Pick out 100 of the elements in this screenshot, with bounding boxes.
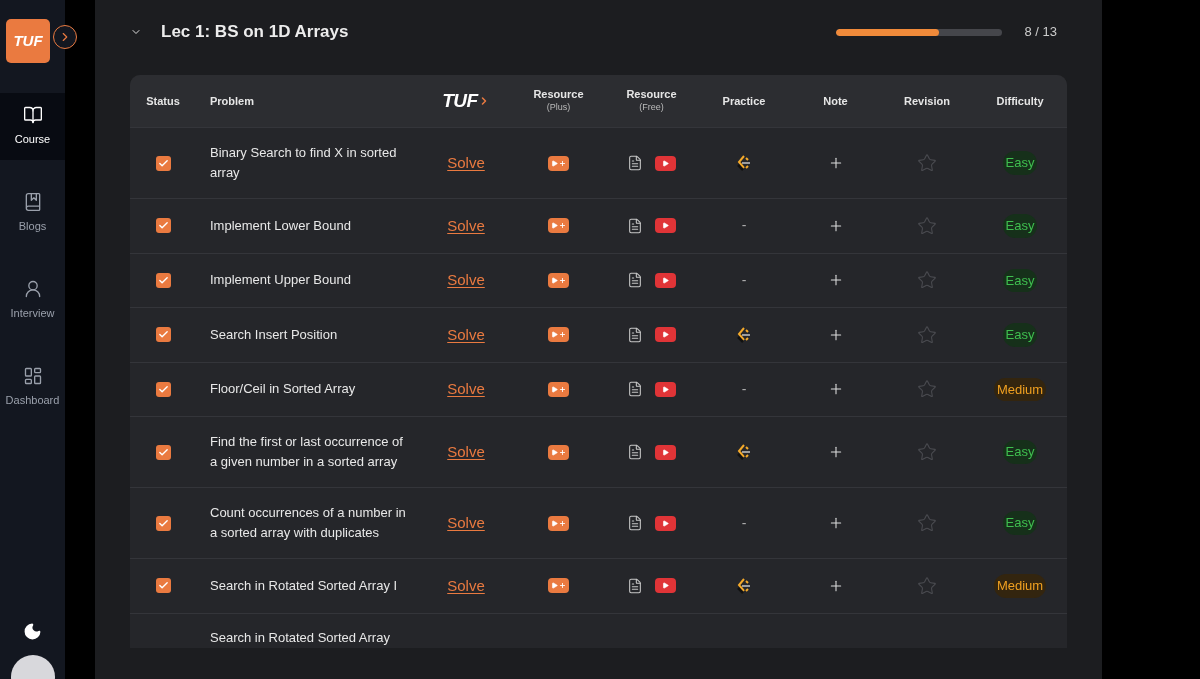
youtube-icon[interactable] — [655, 381, 676, 397]
video-plus-icon[interactable] — [548, 272, 569, 288]
youtube-icon[interactable] — [655, 218, 676, 234]
video-plus-icon[interactable] — [548, 381, 569, 397]
checkmark-icon — [157, 274, 169, 286]
difficulty-badge: Easy — [1002, 323, 1038, 347]
checkmark-icon — [157, 157, 169, 169]
solve-link[interactable]: Solve — [447, 440, 485, 464]
expand-button[interactable] — [53, 25, 77, 49]
logo[interactable]: TUF — [6, 19, 50, 63]
article-icon[interactable] — [627, 381, 643, 398]
dashboard-icon — [22, 366, 43, 387]
solve-link[interactable]: Solve — [447, 574, 485, 597]
youtube-icon[interactable] — [655, 515, 676, 531]
solve-link[interactable]: Solve — [447, 269, 485, 292]
article-icon[interactable] — [627, 444, 643, 460]
practice-dash: - — [741, 379, 747, 399]
video-plus-icon[interactable] — [548, 155, 569, 171]
status-checkbox[interactable] — [155, 578, 171, 594]
star-icon[interactable] — [917, 442, 937, 462]
youtube-icon[interactable] — [655, 272, 676, 288]
nav-item[interactable]: Interview — [0, 267, 65, 334]
star-icon[interactable] — [917, 324, 937, 345]
column-header: Status — [146, 93, 180, 109]
nav-item[interactable]: Course — [0, 93, 65, 160]
checkmark-icon — [157, 446, 169, 458]
difficulty-badge: Easy — [1002, 214, 1038, 238]
solve-link[interactable]: Solve — [447, 151, 485, 175]
star-icon[interactable] — [917, 270, 937, 291]
practice-icon[interactable] — [735, 576, 753, 595]
article-icon[interactable] — [627, 577, 643, 594]
article-icon[interactable] — [627, 272, 643, 289]
problem-title: Binary Search to find X in sorted array — [209, 144, 398, 182]
solve-link[interactable]: Solve — [447, 511, 485, 535]
video-plus-icon[interactable] — [548, 218, 569, 234]
column-subheader: (Plus) — [546, 101, 571, 114]
solve-link[interactable]: Solve — [447, 378, 485, 401]
star-icon[interactable] — [917, 215, 937, 236]
column-header: Note — [823, 93, 848, 109]
column-header: Problem — [210, 93, 254, 109]
article-icon[interactable] — [627, 155, 643, 171]
solve-link[interactable]: Solve — [447, 323, 485, 346]
star-icon[interactable] — [917, 379, 937, 400]
nav-item[interactable]: Blogs — [0, 180, 65, 247]
practice-dash: - — [741, 270, 747, 290]
star-icon[interactable] — [917, 513, 937, 533]
article-icon[interactable] — [627, 217, 643, 234]
status-checkbox[interactable] — [155, 155, 171, 171]
problem-title: Floor/Ceil in Sorted Array — [209, 380, 357, 399]
practice-dash: - — [741, 216, 747, 236]
status-checkbox[interactable] — [155, 515, 171, 531]
dark-mode-icon[interactable] — [23, 622, 42, 641]
youtube-icon[interactable] — [655, 327, 676, 343]
problem-title: Count occurrences of a number in a sorted array with duplicates — [209, 504, 407, 542]
lecture-title: Lec 1: BS on 1D Arrays — [161, 21, 349, 44]
practice-icon[interactable] — [735, 154, 753, 172]
column-subheader: (Free) — [639, 101, 664, 114]
star-icon[interactable] — [917, 153, 937, 173]
problem-title: Search Insert Position — [209, 325, 339, 344]
video-plus-icon[interactable] — [548, 327, 569, 343]
problem-title: Find the first or last occurrence of a given number in a sorted array — [209, 433, 404, 471]
practice-icon[interactable] — [735, 325, 753, 344]
logo: TUF — [442, 86, 490, 116]
problem-title: Implement Upper Bound — [209, 271, 352, 290]
video-plus-icon[interactable] — [548, 444, 569, 460]
solve-link[interactable]: Solve — [447, 214, 485, 237]
book-icon — [22, 105, 43, 126]
video-plus-icon[interactable] — [548, 578, 569, 594]
column-header: Difficulty — [996, 93, 1044, 109]
article-icon[interactable] — [627, 515, 643, 531]
problem-title: Implement Lower Bound — [209, 216, 352, 235]
practice-dash: - — [741, 513, 747, 533]
star-icon[interactable] — [917, 575, 937, 596]
nav-item[interactable]: Dashboard — [0, 354, 65, 421]
checkmark-icon — [157, 517, 169, 529]
practice-icon[interactable] — [735, 443, 753, 461]
status-checkbox[interactable] — [155, 444, 171, 460]
column-header: Resource — [533, 88, 584, 101]
youtube-icon[interactable] — [655, 578, 676, 594]
difficulty-badge: Medium — [993, 377, 1047, 401]
progress-count: 8 / 13 — [1024, 23, 1057, 42]
article-icon[interactable] — [627, 326, 643, 343]
difficulty-badge: Medium — [993, 574, 1047, 598]
status-checkbox[interactable] — [155, 327, 171, 343]
difficulty-badge: Easy — [1002, 151, 1038, 175]
problem-title: Search in Rotated Sorted Array I — [209, 576, 399, 595]
difficulty-badge: Easy — [1002, 268, 1038, 292]
column-header: Practice — [722, 93, 766, 109]
status-checkbox[interactable] — [155, 218, 171, 234]
difficulty-badge: Easy — [1002, 440, 1038, 464]
youtube-icon[interactable] — [655, 444, 676, 460]
youtube-icon[interactable] — [655, 155, 676, 171]
difficulty-badge: Easy — [1002, 511, 1038, 535]
problem-title: Search in Rotated Sorted Array — [209, 628, 391, 647]
column-header: Resource — [626, 88, 677, 101]
column-header: Revision — [904, 93, 950, 109]
checkmark-icon — [157, 383, 169, 395]
status-checkbox[interactable] — [155, 272, 171, 288]
status-checkbox[interactable] — [155, 381, 171, 397]
video-plus-icon[interactable] — [548, 515, 569, 531]
